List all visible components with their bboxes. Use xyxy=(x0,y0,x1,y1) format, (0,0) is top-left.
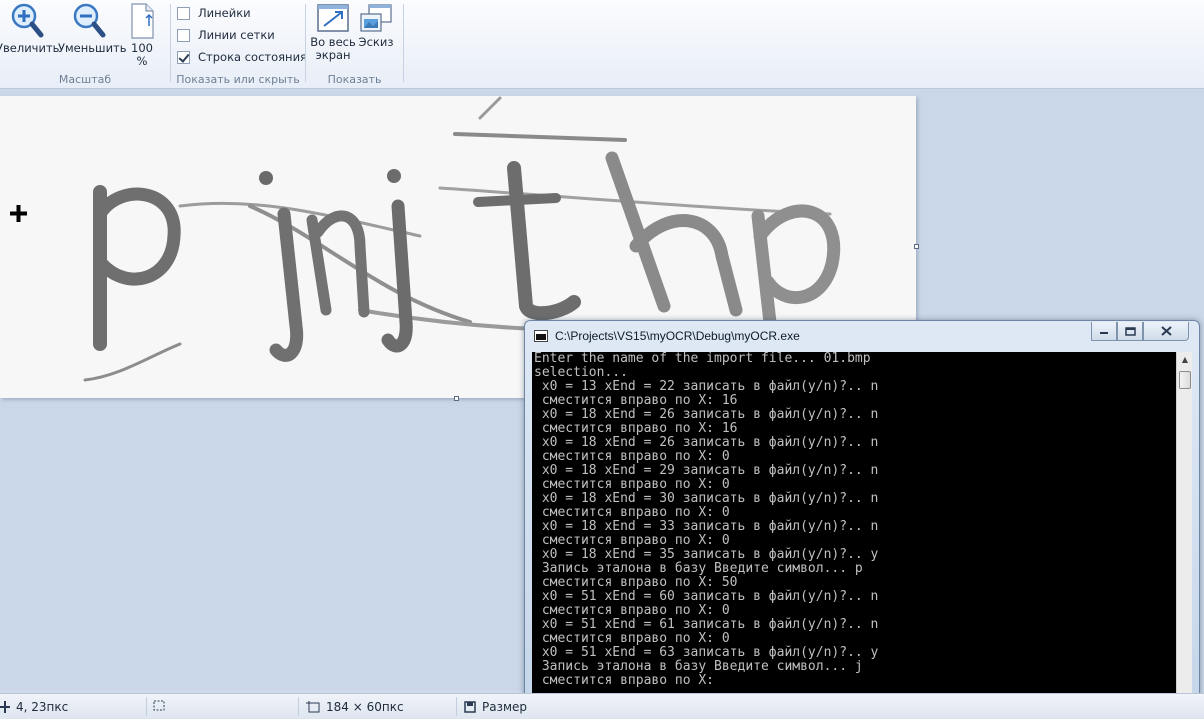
gridlines-checkbox-box[interactable] xyxy=(177,28,190,42)
zoom-group: Увеличить Уменьшить 100 % Масштаб xyxy=(0,0,170,89)
rulers-checkbox-box[interactable] xyxy=(177,6,190,20)
console-scrollbar[interactable]: ▲ ▼ xyxy=(1176,352,1192,705)
console-line: сместится вправо по X: 0 xyxy=(534,505,730,520)
file-size-label: Размер xyxy=(482,700,528,714)
console-line: x0 = 18 xEnd = 35 записать в файл(y/n)?.… xyxy=(534,547,879,562)
thumbnail-button[interactable]: Эскиз xyxy=(356,2,396,49)
gridlines-label: Линии сетки xyxy=(198,28,275,42)
fullscreen-button[interactable]: Во весь экран xyxy=(310,2,356,62)
maximize-button[interactable] xyxy=(1117,322,1143,341)
statusbar-divider xyxy=(146,697,147,716)
console-line: сместится вправо по X: 16 xyxy=(534,421,738,436)
group-divider xyxy=(403,4,404,82)
display-group: Во весь экран Эскиз Показать xyxy=(306,0,403,89)
image-size: 184 × 60пкс xyxy=(306,700,404,714)
crosshair-cursor-icon xyxy=(10,205,27,222)
console-line: x0 = 18 xEnd = 26 записать в файл(y/n)?.… xyxy=(534,407,879,422)
selection-size xyxy=(152,700,172,712)
console-line: сместится вправо по X: 0 xyxy=(534,603,730,618)
console-window[interactable]: C:\Projects\VS15\myOCR\Debug\myOCR.exe E… xyxy=(524,320,1200,712)
statusbar-checkbox[interactable]: Строка состояния xyxy=(177,50,307,64)
image-size-value: 184 × 60пкс xyxy=(326,700,404,714)
statusbar-checkbox-box[interactable] xyxy=(177,50,190,64)
close-button[interactable] xyxy=(1143,322,1189,341)
zoom-in-icon xyxy=(11,3,44,38)
console-line: сместится вправо по X: xyxy=(534,673,715,688)
ribbon: Увеличить Уменьшить 100 % Масштаб Показа… xyxy=(0,0,1204,89)
console-line: x0 = 51 xEnd = 60 записать в файл(y/n)?.… xyxy=(534,589,879,604)
status-bar: 4, 23пкс 184 × 60пкс Размер xyxy=(0,693,1204,719)
statusbar-divider xyxy=(456,697,457,716)
zoom-in-label: Увеличить xyxy=(0,41,60,55)
actual-size-button[interactable]: 100 % xyxy=(124,2,160,68)
zoom-out-button[interactable]: Уменьшить xyxy=(58,2,127,55)
resize-handle-bottom[interactable] xyxy=(454,396,459,401)
console-line: x0 = 18 xEnd = 29 записать в файл(y/n)?.… xyxy=(534,463,879,478)
console-line: сместится вправо по X: 0 xyxy=(534,477,730,492)
console-line: сместится вправо по X: 0 xyxy=(534,533,730,548)
file-size: Размер xyxy=(464,700,527,714)
console-line: x0 = 18 xEnd = 30 записать в файл(y/n)?.… xyxy=(534,491,879,506)
cursor-position: 4, 23пкс xyxy=(0,700,68,714)
selection-icon xyxy=(153,700,165,711)
actual-size-label-2: % xyxy=(136,54,148,68)
minimize-icon xyxy=(1100,332,1108,334)
console-line: x0 = 51 xEnd = 61 записать в файл(y/n)?.… xyxy=(534,617,879,632)
console-title: C:\Projects\VS15\myOCR\Debug\myOCR.exe xyxy=(555,329,800,343)
console-app-icon xyxy=(534,330,548,342)
console-line: сместится вправо по X: 0 xyxy=(534,449,730,464)
console-line: Запись эталона в базу Введите символ... … xyxy=(534,659,863,674)
scroll-thumb[interactable] xyxy=(1179,371,1191,389)
scroll-up-arrow-icon[interactable]: ▲ xyxy=(1177,352,1193,368)
console-line: Запись эталона в базу Введите символ... … xyxy=(534,561,863,576)
zoom-out-label: Уменьшить xyxy=(58,41,127,55)
zoom-in-button[interactable]: Увеличить xyxy=(0,2,60,55)
console-line: Enter the name of the import file... 01.… xyxy=(534,352,871,366)
console-output[interactable]: Enter the name of the import file... 01.… xyxy=(532,352,1176,705)
console-line: x0 = 18 xEnd = 33 записать в файл(y/n)?.… xyxy=(534,519,879,534)
console-line: x0 = 18 xEnd = 26 записать в файл(y/n)?.… xyxy=(534,435,879,450)
gridlines-checkbox[interactable]: Линии сетки xyxy=(177,28,275,42)
minimize-button[interactable] xyxy=(1091,322,1117,341)
console-line: сместится вправо по X: 50 xyxy=(534,575,738,590)
disk-icon xyxy=(464,701,476,713)
page-icon xyxy=(131,3,154,39)
show-hide-group-label: Показать или скрыть xyxy=(176,73,300,86)
console-line: сместится вправо по X: 0 xyxy=(534,631,730,646)
statusbar-divider xyxy=(298,697,299,716)
image-size-icon xyxy=(306,701,320,713)
resize-handle-right[interactable] xyxy=(914,244,919,249)
zoom-group-label: Масштаб xyxy=(58,73,112,86)
statusbar-toggle-label: Строка состояния xyxy=(198,50,307,64)
console-line: selection... xyxy=(534,365,628,380)
thumbnail-icon xyxy=(360,4,392,32)
console-line: x0 = 13 xEnd = 22 записать в файл(y/n)?.… xyxy=(534,379,879,394)
display-group-label: Показать xyxy=(327,73,382,86)
rulers-label: Линейки xyxy=(198,6,251,20)
console-line: сместится вправо по X: 16 xyxy=(534,393,738,408)
rulers-checkbox[interactable]: Линейки xyxy=(177,6,251,20)
thumbnail-label: Эскиз xyxy=(358,35,394,49)
cursor-position-value: 4, 23пкс xyxy=(16,700,69,714)
fullscreen-icon xyxy=(317,4,349,32)
maximize-icon xyxy=(1124,326,1136,336)
console-line: x0 = 51 xEnd = 63 записать в файл(y/n)?.… xyxy=(534,645,879,660)
fullscreen-label-2: экран xyxy=(315,48,351,62)
close-icon xyxy=(1160,326,1172,336)
zoom-out-icon xyxy=(73,3,106,38)
cursor-position-icon xyxy=(0,701,10,713)
